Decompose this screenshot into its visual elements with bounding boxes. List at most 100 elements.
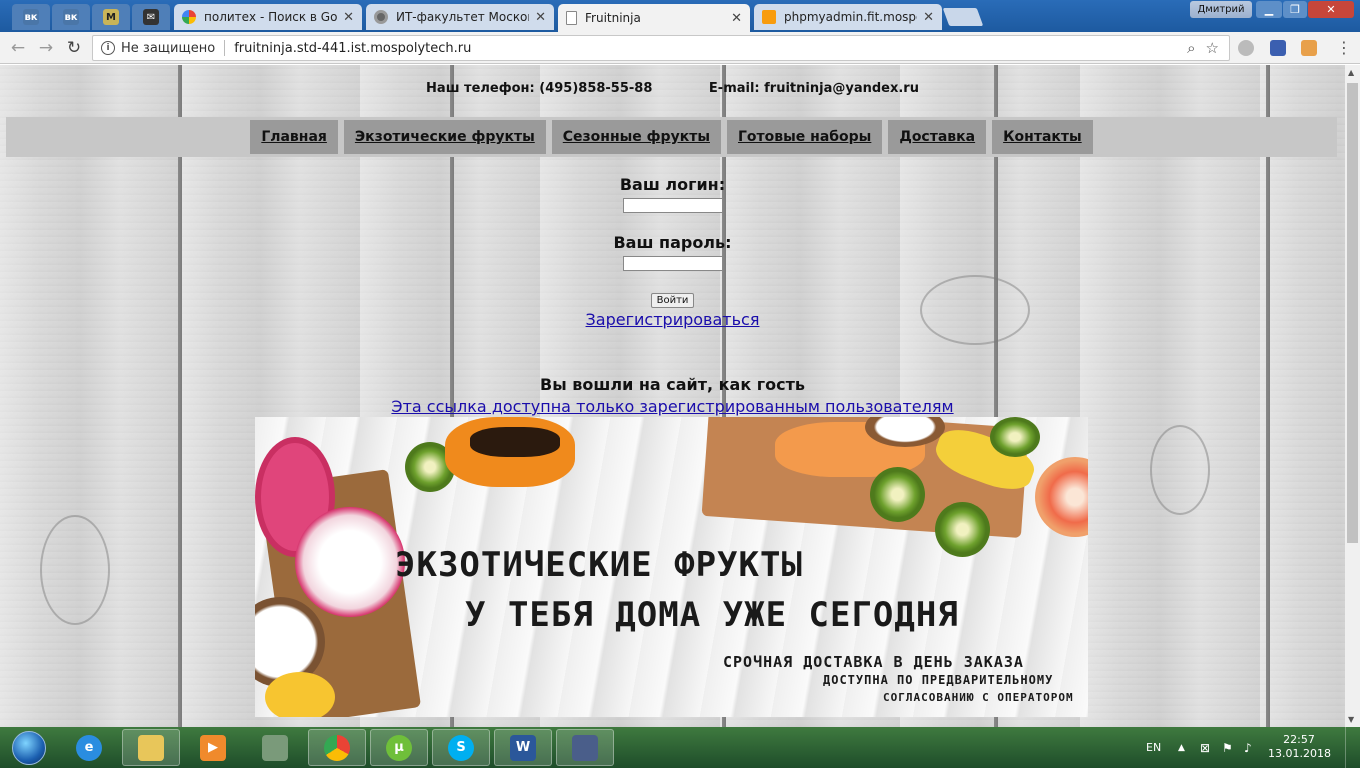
vk-icon: вк: [23, 9, 39, 25]
system-clock[interactable]: 22:57 13.01.2018: [1268, 733, 1331, 761]
pinned-tab-m[interactable]: M: [92, 4, 130, 30]
volume-icon[interactable]: ♪: [1244, 727, 1252, 768]
pinned-tab-vk-2[interactable]: вк: [52, 4, 90, 30]
page-icon: [566, 11, 577, 25]
pinned-tab-vk[interactable]: вк: [12, 4, 50, 30]
banner-note-2: СОГЛАСОВАНИЮ С ОПЕРАТОРОМ: [883, 691, 1074, 704]
wood-knot: [40, 515, 110, 625]
browser-tab-strip: вк вк M ✉ политех - Поиск в Goog ✕ ИТ-фа…: [0, 0, 1360, 32]
tab-google-search[interactable]: политех - Поиск в Goog ✕: [174, 4, 362, 30]
taskbar-media[interactable]: ▶: [184, 729, 242, 766]
taskbar-explorer[interactable]: [122, 729, 180, 766]
reload-icon[interactable]: ↻: [64, 38, 84, 58]
start-button[interactable]: [4, 729, 54, 767]
nav-seasonal-fruits[interactable]: Сезонные фрукты: [551, 120, 721, 154]
kiwi-image: [935, 502, 990, 557]
folder-icon: [138, 734, 164, 761]
taskbar: e ▶ µ S W EN ▲ ⊠ ⚑ ♪ 22:57 13.01.2018: [0, 727, 1360, 768]
back-icon[interactable]: ←: [8, 38, 28, 58]
nav-exotic-fruits[interactable]: Экзотические фрукты: [343, 120, 546, 154]
mail-icon: ✉: [143, 9, 159, 25]
url-text[interactable]: fruitninja.std-441.ist.mospolytech.ru: [234, 41, 1187, 56]
restore-button[interactable]: ❐: [1283, 1, 1307, 18]
site-icon: [374, 10, 388, 24]
taskbar-word[interactable]: W: [494, 729, 552, 766]
page-viewport: Наш телефон: (495)858-55-88 E-mail: frui…: [0, 65, 1345, 727]
skype-icon: S: [448, 734, 474, 761]
banner-headline: ЭКЗОТИЧЕСКИЕ ФРУКТЫ: [395, 545, 803, 585]
new-tab-button[interactable]: [942, 8, 984, 26]
extension-face-icon[interactable]: [1301, 40, 1317, 56]
tab-fruitninja[interactable]: Fruitninja ✕: [558, 4, 750, 32]
close-tab-icon[interactable]: ✕: [923, 10, 934, 25]
extension-translate-icon[interactable]: [1270, 40, 1286, 56]
close-window-button[interactable]: ✕: [1308, 1, 1354, 18]
nav-ready-sets[interactable]: Готовые наборы: [726, 120, 883, 154]
media-player-icon: ▶: [200, 734, 226, 761]
bookmark-star-icon[interactable]: ☆: [1206, 39, 1219, 57]
taskbar-skype[interactable]: S: [432, 729, 490, 766]
members-only-link[interactable]: Эта ссылка доступна только зарегистриров…: [0, 397, 1345, 416]
taskbar-chrome[interactable]: [308, 729, 366, 766]
taskbar-ie[interactable]: e: [60, 729, 118, 766]
close-tab-icon[interactable]: ✕: [535, 10, 546, 25]
page-scrollbar[interactable]: ▲ ▼: [1345, 65, 1360, 727]
language-indicator[interactable]: EN: [1146, 727, 1161, 768]
minimize-button[interactable]: ▁: [1256, 1, 1282, 18]
scroll-up-icon[interactable]: ▲: [1348, 68, 1354, 77]
pinned-tab-mail[interactable]: ✉: [132, 4, 170, 30]
google-icon: [182, 10, 196, 24]
chrome-icon: [324, 734, 350, 761]
menu-icon[interactable]: ⋮: [1336, 38, 1352, 58]
grapefruit-image: [1035, 457, 1088, 537]
clock-date: 13.01.2018: [1268, 747, 1331, 760]
email-text: E-mail: fruitninja@yandex.ru: [708, 81, 919, 96]
m-app-icon: M: [103, 9, 119, 25]
tab-phpmyadmin[interactable]: phpmyadmin.fit.mospoly ✕: [754, 4, 942, 30]
login-form: Ваш логин: Ваш пароль: Войти Зарегистрир…: [0, 175, 1345, 329]
close-tab-icon[interactable]: ✕: [343, 10, 354, 25]
flag-icon[interactable]: ⚑: [1222, 727, 1233, 768]
show-desktop-button[interactable]: [1345, 727, 1360, 768]
tab-it-faculty[interactable]: ИТ-факультет Московс ✕: [366, 4, 554, 30]
close-tab-icon[interactable]: ✕: [731, 11, 742, 26]
contact-bar: Наш телефон: (495)858-55-88 E-mail: frui…: [0, 81, 1345, 96]
login-input[interactable]: [622, 198, 723, 213]
banner-delivery-text: СРОЧНАЯ ДОСТАВКА В ДЕНЬ ЗАКАЗА: [723, 653, 1024, 671]
internet-explorer-icon: e: [76, 734, 102, 761]
windows-logo-icon: [12, 731, 46, 765]
scroll-down-icon[interactable]: ▼: [1348, 715, 1354, 724]
password-input[interactable]: [622, 256, 723, 271]
login-button[interactable]: Войти: [650, 293, 695, 308]
promo-banner: ЭКЗОТИЧЕСКИЕ ФРУКТЫ У ТЕБЯ ДОМА УЖЕ СЕГО…: [255, 417, 1088, 717]
app-icon: [572, 734, 598, 761]
taskbar-app[interactable]: [556, 729, 614, 766]
register-link[interactable]: Зарегистрироваться: [0, 310, 1345, 329]
phone-text: Наш телефон: (495)858-55-88: [426, 81, 653, 96]
tray-expand-icon[interactable]: ▲: [1178, 727, 1185, 768]
zoom-icon[interactable]: ⌕: [1187, 39, 1195, 57]
divider: [224, 40, 226, 56]
nav-home[interactable]: Главная: [250, 120, 338, 154]
papaya-seeds: [470, 427, 560, 457]
citrus-image: [265, 672, 335, 717]
utorrent-icon: µ: [386, 734, 412, 761]
forward-icon[interactable]: →: [36, 38, 56, 58]
nav-contacts[interactable]: Контакты: [992, 120, 1093, 154]
scroll-thumb[interactable]: [1347, 83, 1358, 543]
password-label: Ваш пароль:: [613, 233, 732, 252]
security-label: Не защищено: [121, 40, 216, 56]
network-icon[interactable]: ⊠: [1200, 727, 1210, 768]
system-monitor-icon: [262, 734, 288, 761]
address-bar[interactable]: i Не защищено fruitninja.std-441.ist.mos…: [92, 35, 1230, 61]
kiwi-image: [870, 467, 925, 522]
taskbar-utorrent[interactable]: µ: [370, 729, 428, 766]
nav-delivery[interactable]: Доставка: [888, 120, 987, 154]
profile-badge[interactable]: Дмитрий: [1190, 1, 1252, 18]
extension-eye-icon[interactable]: [1238, 40, 1254, 56]
wood-knot: [1150, 425, 1210, 515]
taskbar-monitor[interactable]: [246, 729, 304, 766]
guest-status: Вы вошли на сайт, как гость: [540, 375, 805, 394]
kiwi-image: [990, 417, 1040, 457]
info-icon[interactable]: i: [101, 41, 115, 55]
